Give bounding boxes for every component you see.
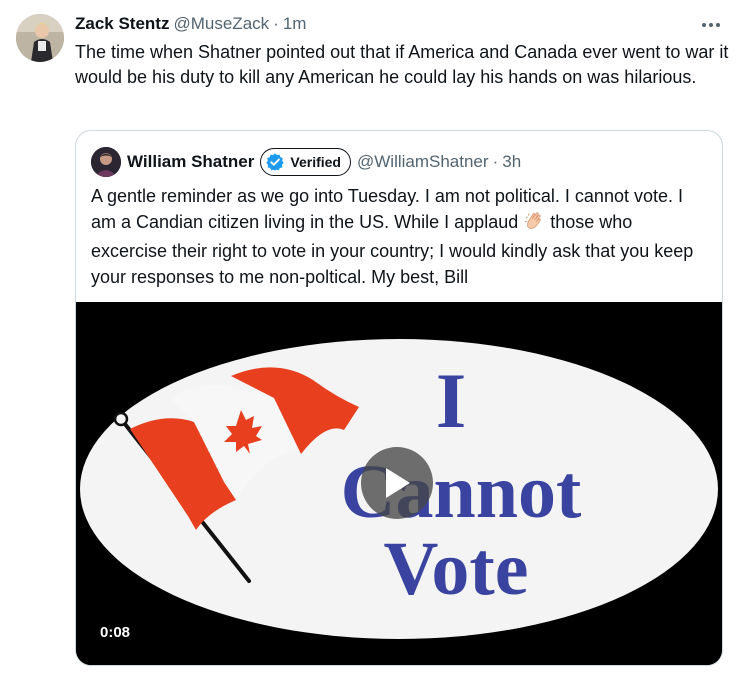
- quoted-timestamp: 3h: [502, 152, 522, 171]
- quoted-separator-dot: ·: [492, 152, 499, 171]
- verified-badge[interactable]: Verified: [260, 148, 351, 176]
- tweet-header: Zack Stentz @MuseZack · 1m: [75, 14, 306, 36]
- more-options-icon[interactable]: [699, 14, 723, 36]
- verified-label: Verified: [290, 154, 341, 170]
- video-text-line1: I: [436, 357, 466, 444]
- play-icon: [386, 468, 410, 498]
- play-button[interactable]: [361, 447, 433, 519]
- quoted-author-name: William Shatner: [127, 152, 255, 171]
- video-duration: 0:08: [100, 624, 131, 641]
- tweet-timestamp[interactable]: 1m: [283, 14, 307, 34]
- author-avatar[interactable]: [16, 14, 64, 62]
- verified-check-icon: [266, 153, 285, 171]
- quoted-author-handle: @WilliamShatner: [356, 152, 489, 171]
- author-name[interactable]: Zack Stentz: [75, 14, 169, 34]
- quoted-author-avatar: [91, 147, 121, 177]
- tweet-text: The time when Shatner pointed out that i…: [75, 42, 729, 87]
- quoted-tweet-header: William Shatner Verified @WilliamShatner…: [91, 147, 521, 177]
- clapping-hands-icon: [523, 209, 545, 238]
- author-handle[interactable]: @MuseZack: [173, 14, 269, 34]
- tweet[interactable]: Zack Stentz @MuseZack · 1m The time when…: [0, 0, 747, 675]
- video-player[interactable]: I Cannot Vote 0:08: [76, 302, 722, 665]
- video-text-line3: Vote: [384, 527, 529, 611]
- quoted-tweet[interactable]: William Shatner Verified @WilliamShatner…: [75, 130, 723, 666]
- separator-dot: ·: [273, 14, 279, 33]
- quoted-tweet-text: A gentle reminder as we go into Tuesday.…: [91, 183, 711, 290]
